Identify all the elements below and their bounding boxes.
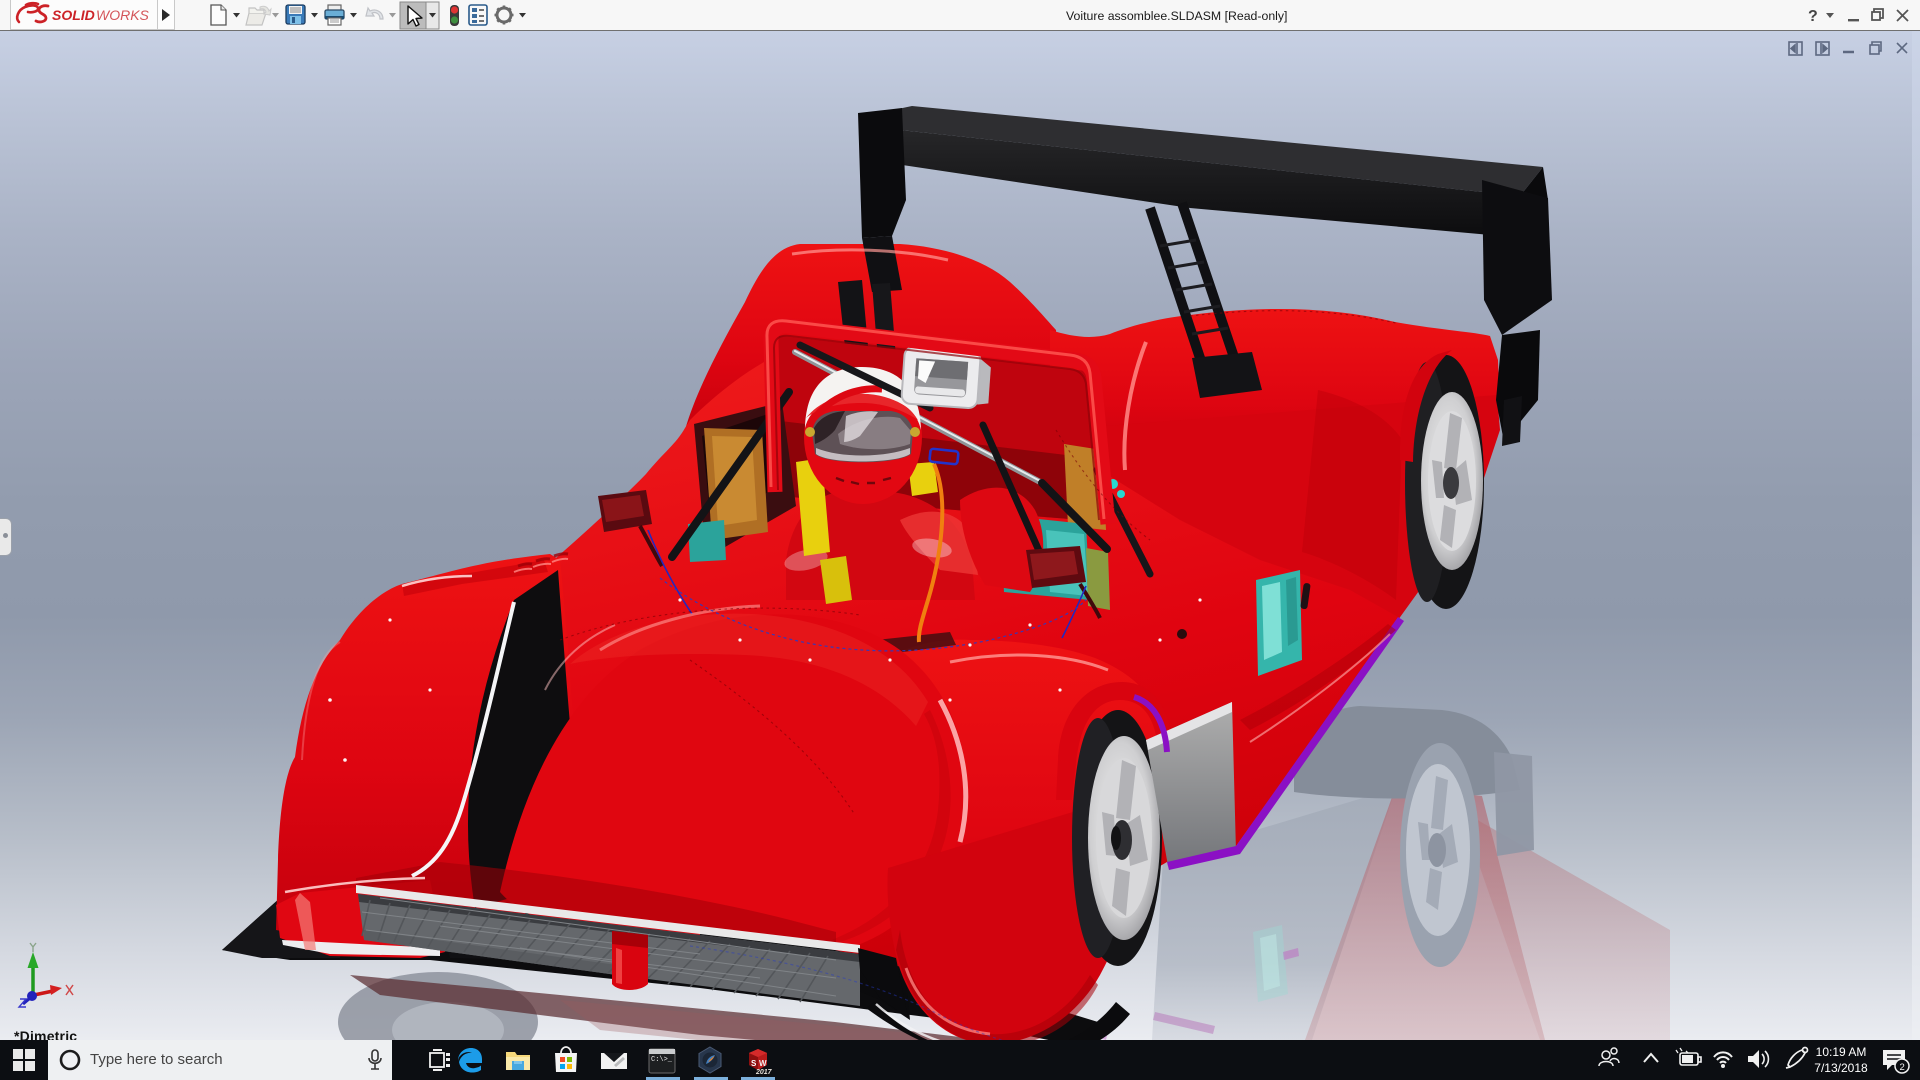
- svg-text:S: S: [751, 1059, 757, 1068]
- svg-text:2017: 2017: [755, 1069, 773, 1075]
- svg-text:?: ?: [1808, 8, 1818, 25]
- svg-text:W: W: [759, 1059, 767, 1068]
- svg-text:2: 2: [1900, 1062, 1905, 1073]
- svg-text:C:\>_: C:\>_: [651, 1056, 673, 1064]
